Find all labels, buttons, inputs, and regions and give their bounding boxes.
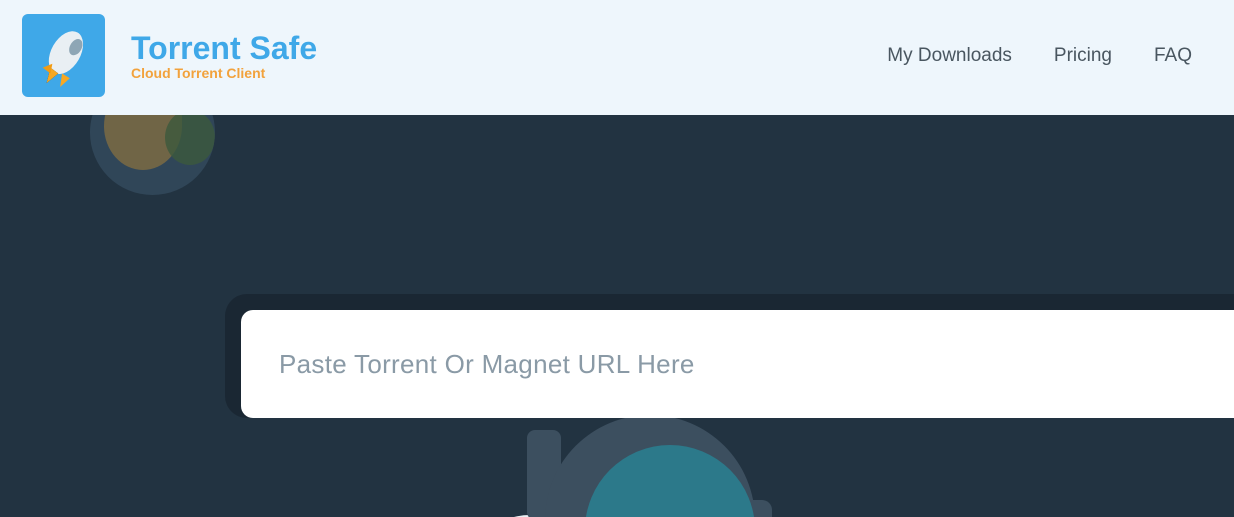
torrent-url-input[interactable] [241,310,1234,418]
url-input-card [225,294,1234,418]
brand-text: Torrent Safe Cloud Torrent Client [131,30,317,81]
logo[interactable] [22,14,105,97]
rocket-icon [33,25,95,87]
nav-pricing[interactable]: Pricing [1054,45,1112,67]
brand-title: Torrent Safe [131,30,317,67]
hero: Add .torrent File [0,115,1234,517]
earth-graphic [90,115,215,195]
header: Torrent Safe Cloud Torrent Client My Dow… [0,0,1234,115]
nav-faq[interactable]: FAQ [1154,45,1192,67]
nav: My Downloads Pricing FAQ [887,45,1204,67]
brand-subtitle: Cloud Torrent Client [131,65,317,81]
nav-my-downloads[interactable]: My Downloads [887,45,1012,67]
astronaut-graphic [495,415,785,517]
